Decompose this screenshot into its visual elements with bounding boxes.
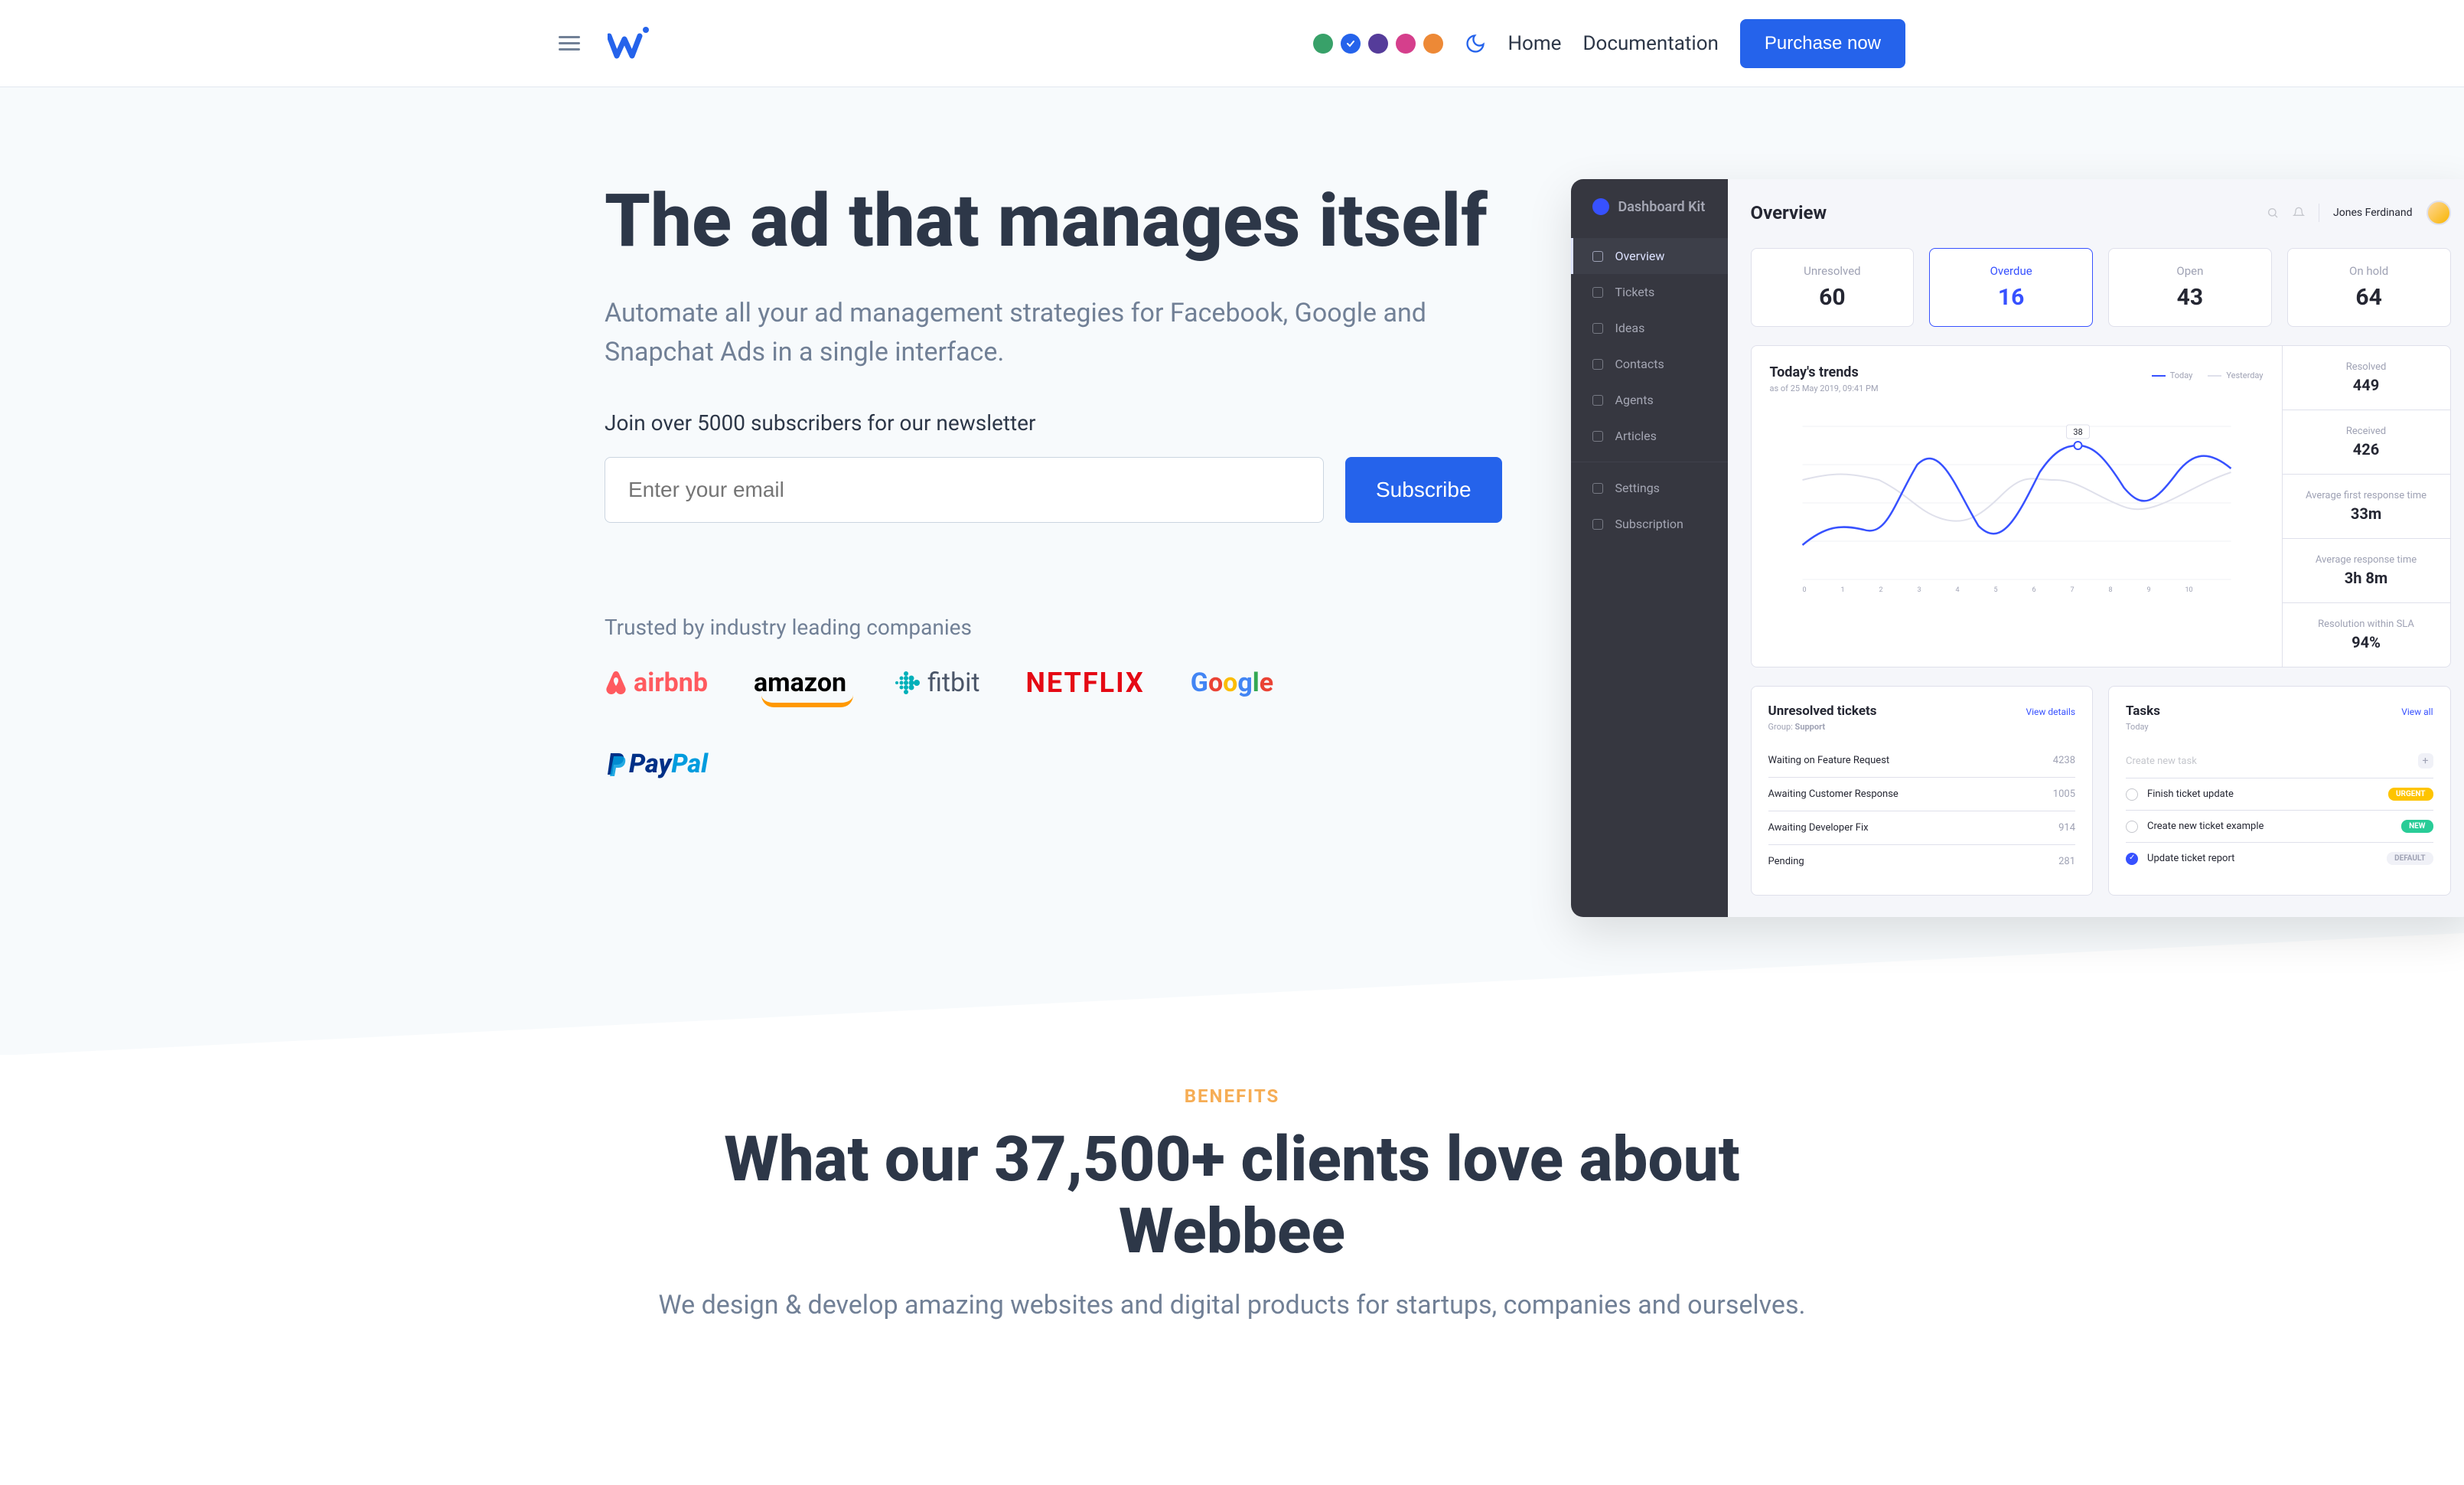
trends-chart: 38 0 1 2 3 4 5 6 7 8 9 10 [1770,396,2264,595]
hero-subtitle: Automate all your ad management strategi… [605,294,1469,372]
view-all-link[interactable]: View all [2401,707,2433,717]
svg-text:2: 2 [1879,586,1882,594]
theme-dot-pink[interactable] [1396,34,1416,54]
svg-text:4: 4 [1955,586,1959,594]
theme-dot-blue[interactable] [1341,34,1361,54]
dash-nav-articles[interactable]: Articles [1571,418,1728,454]
benefits-title: What our 37,500+ clients love about Webb… [605,1124,1859,1268]
theme-dot-green[interactable] [1313,34,1333,54]
unresolved-tickets-card: Unresolved tickets View details Group: S… [1751,686,2094,896]
dashboard-sidebar: Dashboard Kit Overview Tickets Ideas Con… [1571,179,1728,917]
svg-text:6: 6 [2032,586,2035,594]
newsletter-note: Join over 5000 subscribers for our newsl… [605,410,1502,436]
dashboard-mockup: Dashboard Kit Overview Tickets Ideas Con… [1571,179,2464,917]
tasks-card: Tasks View all Today Create new task+ Fi… [2108,686,2451,896]
brand-google: Google [1191,661,1273,704]
benefits-subtitle: We design & develop amazing websites and… [605,1290,1859,1320]
task-item[interactable]: Create new ticket exampleNEW [2126,811,2433,843]
svg-text:38: 38 [2073,427,2082,437]
svg-text:3: 3 [1917,586,1921,594]
dark-mode-toggle[interactable] [1465,33,1486,54]
list-item: Awaiting Developer Fix914 [1768,811,2076,845]
trends-card: Today's trends as of 25 May 2019, 09:41 … [1751,345,2451,667]
theme-dot-purple[interactable] [1368,34,1388,54]
list-item: Pending281 [1768,845,2076,878]
search-icon[interactable] [2267,207,2279,219]
theme-color-picker [1313,34,1443,54]
svg-text:5: 5 [1993,586,1997,594]
dash-nav-ideas[interactable]: Ideas [1571,310,1728,346]
bell-icon[interactable] [2293,207,2305,219]
view-details-link[interactable]: View details [2026,707,2075,717]
avatar[interactable] [2427,201,2451,225]
dash-nav-contacts[interactable]: Contacts [1571,346,1728,382]
subscribe-button[interactable]: Subscribe [1345,457,1502,523]
brand-fitbit: fitbit [892,661,979,704]
email-input[interactable] [605,457,1324,523]
create-task-row[interactable]: Create new task+ [2126,744,2433,778]
menu-toggle-button[interactable] [559,36,580,51]
stat-overdue[interactable]: Overdue16 [1929,248,2093,327]
dash-nav-overview[interactable]: Overview [1571,238,1728,274]
list-item: Awaiting Customer Response1005 [1768,778,2076,811]
hero-section: The ad that manages itself Automate all … [0,87,2464,1055]
svg-text:7: 7 [2070,586,2074,594]
list-item: Waiting on Feature Request4238 [1768,744,2076,778]
nav-home[interactable]: Home [1507,32,1561,55]
task-item[interactable]: Finish ticket updateURGENT [2126,778,2433,811]
brand-airbnb: airbnb [605,661,708,704]
dash-nav-tickets[interactable]: Tickets [1571,274,1728,310]
hero-title: The ad that manages itself [605,179,1502,263]
brand-logos: airbnb amazon fitbit NETFLIX Google PayP… [605,661,1324,785]
plus-icon[interactable]: + [2418,753,2433,769]
brand-netflix: NETFLIX [1026,661,1145,704]
svg-text:8: 8 [2108,586,2112,594]
svg-text:9: 9 [2146,586,2150,594]
svg-text:10: 10 [2185,586,2192,594]
trends-date: as of 25 May 2019, 09:41 PM [1770,383,2264,393]
dash-product-name: Dashboard Kit [1618,199,1706,215]
theme-dot-orange[interactable] [1423,34,1443,54]
benefits-kicker: BENEFITS [605,1085,1859,1107]
task-item[interactable]: Update ticket reportDEFAULT [2126,843,2433,874]
brand-paypal: PayPal [605,742,708,785]
benefits-section: BENEFITS What our 37,500+ clients love a… [298,1055,2166,1351]
dash-nav-subscription[interactable]: Subscription [1571,506,1728,542]
brand-logo[interactable] [608,25,653,62]
dash-username: Jones Ferdinand [2333,207,2412,219]
stat-onhold[interactable]: On hold64 [2287,248,2451,327]
site-header: Home Documentation Purchase now [0,0,2464,87]
dash-nav-settings[interactable]: Settings [1571,470,1728,506]
purchase-button[interactable]: Purchase now [1740,19,1905,68]
trusted-label: Trusted by industry leading companies [605,615,1502,640]
svg-text:1: 1 [1840,586,1844,594]
legend-today: Today [2152,370,2193,380]
stat-unresolved[interactable]: Unresolved60 [1751,248,1915,327]
nav-documentation[interactable]: Documentation [1582,32,1718,55]
svg-text:0: 0 [1802,586,1806,594]
brand-amazon: amazon [754,661,846,704]
dash-logo-icon [1592,198,1609,215]
dash-nav-agents[interactable]: Agents [1571,382,1728,418]
dash-page-title: Overview [1751,202,1827,224]
legend-yesterday: Yesterday [2208,370,2263,380]
stat-open[interactable]: Open43 [2108,248,2272,327]
